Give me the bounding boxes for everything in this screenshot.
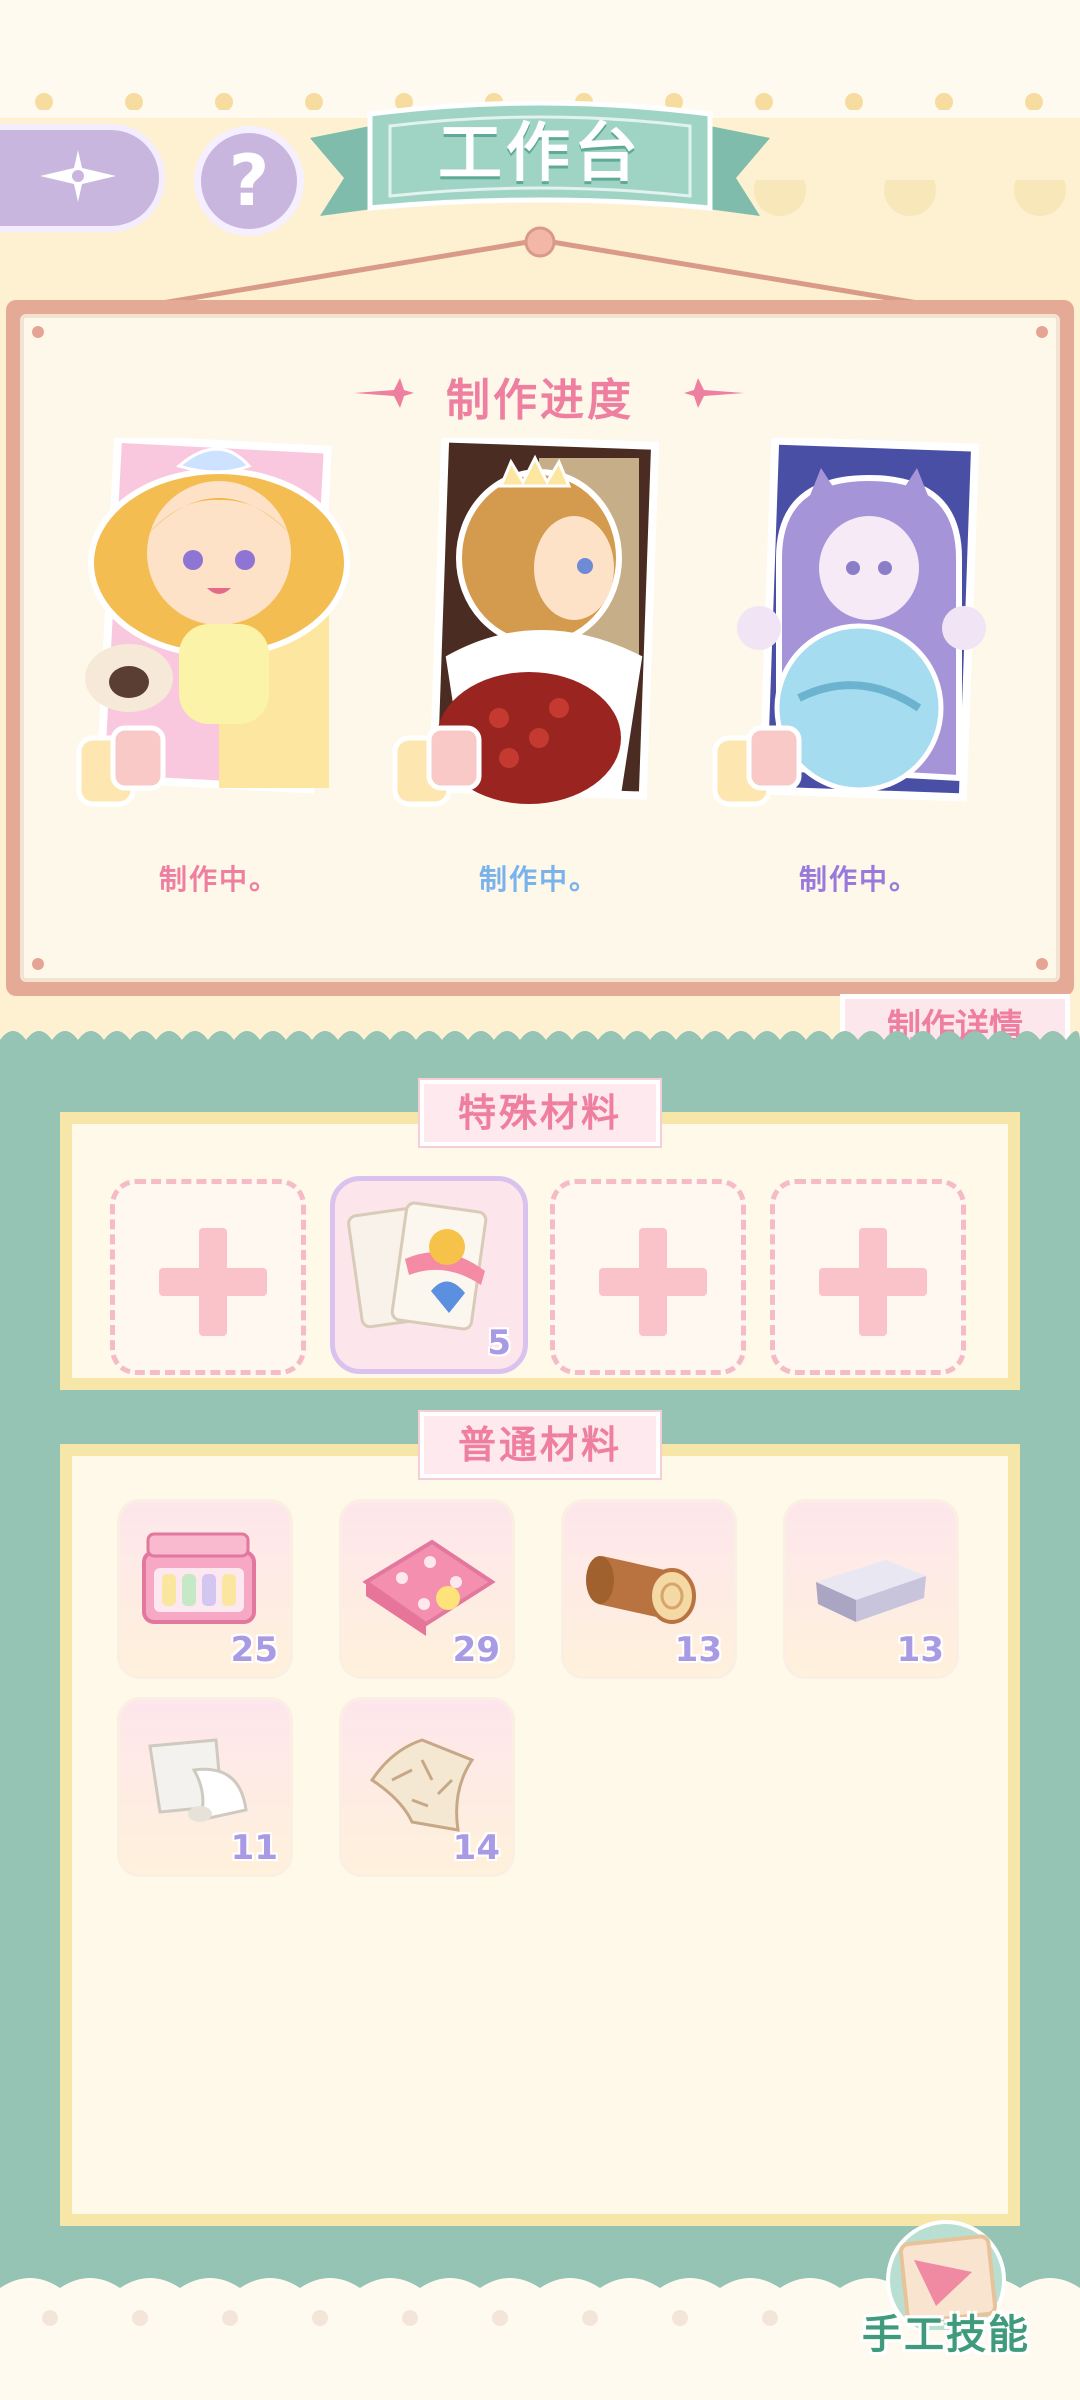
crafting-progress-frame: 制作进度 制作中。 制作中。 制作中。 (6, 300, 1074, 996)
item-count: 5 (487, 1323, 511, 1363)
special-slot-empty-4[interactable] (770, 1179, 966, 1375)
common-materials-panel: 25 29 13 13 11 14 (60, 1444, 1020, 2226)
special-slot-empty-3[interactable] (550, 1179, 746, 1375)
prince-portrait (392, 434, 660, 807)
crafting-slot-1[interactable] (69, 434, 369, 818)
item-count: 14 (452, 1828, 500, 1868)
page-title: 工作台 (438, 117, 642, 191)
craft-skill-label: 手工技能 (862, 2312, 1030, 2358)
frame-rivet (32, 958, 44, 970)
material-white-cloth[interactable]: 11 (120, 1700, 290, 1874)
sparkle-icon (684, 378, 744, 408)
compass-star-icon (30, 146, 126, 210)
crafting-slot-2[interactable] (389, 434, 689, 818)
special-slot-playing-cards[interactable]: 5 (330, 1176, 528, 1374)
blonde-girl-portrait (76, 434, 350, 807)
special-materials-panel: 5 (60, 1112, 1020, 1390)
material-silver-ingot[interactable]: 13 (786, 1502, 956, 1676)
material-fur-pelt[interactable]: 14 (342, 1700, 512, 1874)
item-count: 29 (452, 1630, 500, 1670)
common-materials-label: 普通材料 (420, 1412, 660, 1478)
crafting-status-2: 制作中。 (478, 863, 599, 896)
help-button[interactable]: ? (194, 126, 304, 236)
frame-rivet (1036, 326, 1048, 338)
crafting-status-3: 制作中。 (798, 863, 919, 896)
item-count: 13 (896, 1630, 944, 1670)
material-polka-dot-fabric[interactable]: 29 (342, 1502, 512, 1676)
material-sewing-box[interactable]: 25 (120, 1502, 290, 1676)
item-count: 11 (230, 1828, 278, 1868)
material-wood-log[interactable]: 13 (564, 1502, 734, 1676)
frame-rivet (1036, 958, 1048, 970)
back-button[interactable] (0, 124, 165, 232)
special-slot-empty-1[interactable] (110, 1179, 306, 1375)
special-materials-label: 特殊材料 (420, 1080, 660, 1146)
item-count: 25 (230, 1630, 278, 1670)
question-mark-icon: ? (228, 140, 270, 222)
scallop-border (0, 1031, 1080, 1062)
hooded-girl-portrait (712, 436, 986, 807)
item-count: 13 (674, 1630, 722, 1670)
crafting-status-1: 制作中。 (158, 863, 279, 896)
progress-title: 制作进度 (446, 375, 634, 426)
crafting-slot-3[interactable] (709, 436, 1009, 818)
frame-rivet (32, 326, 44, 338)
